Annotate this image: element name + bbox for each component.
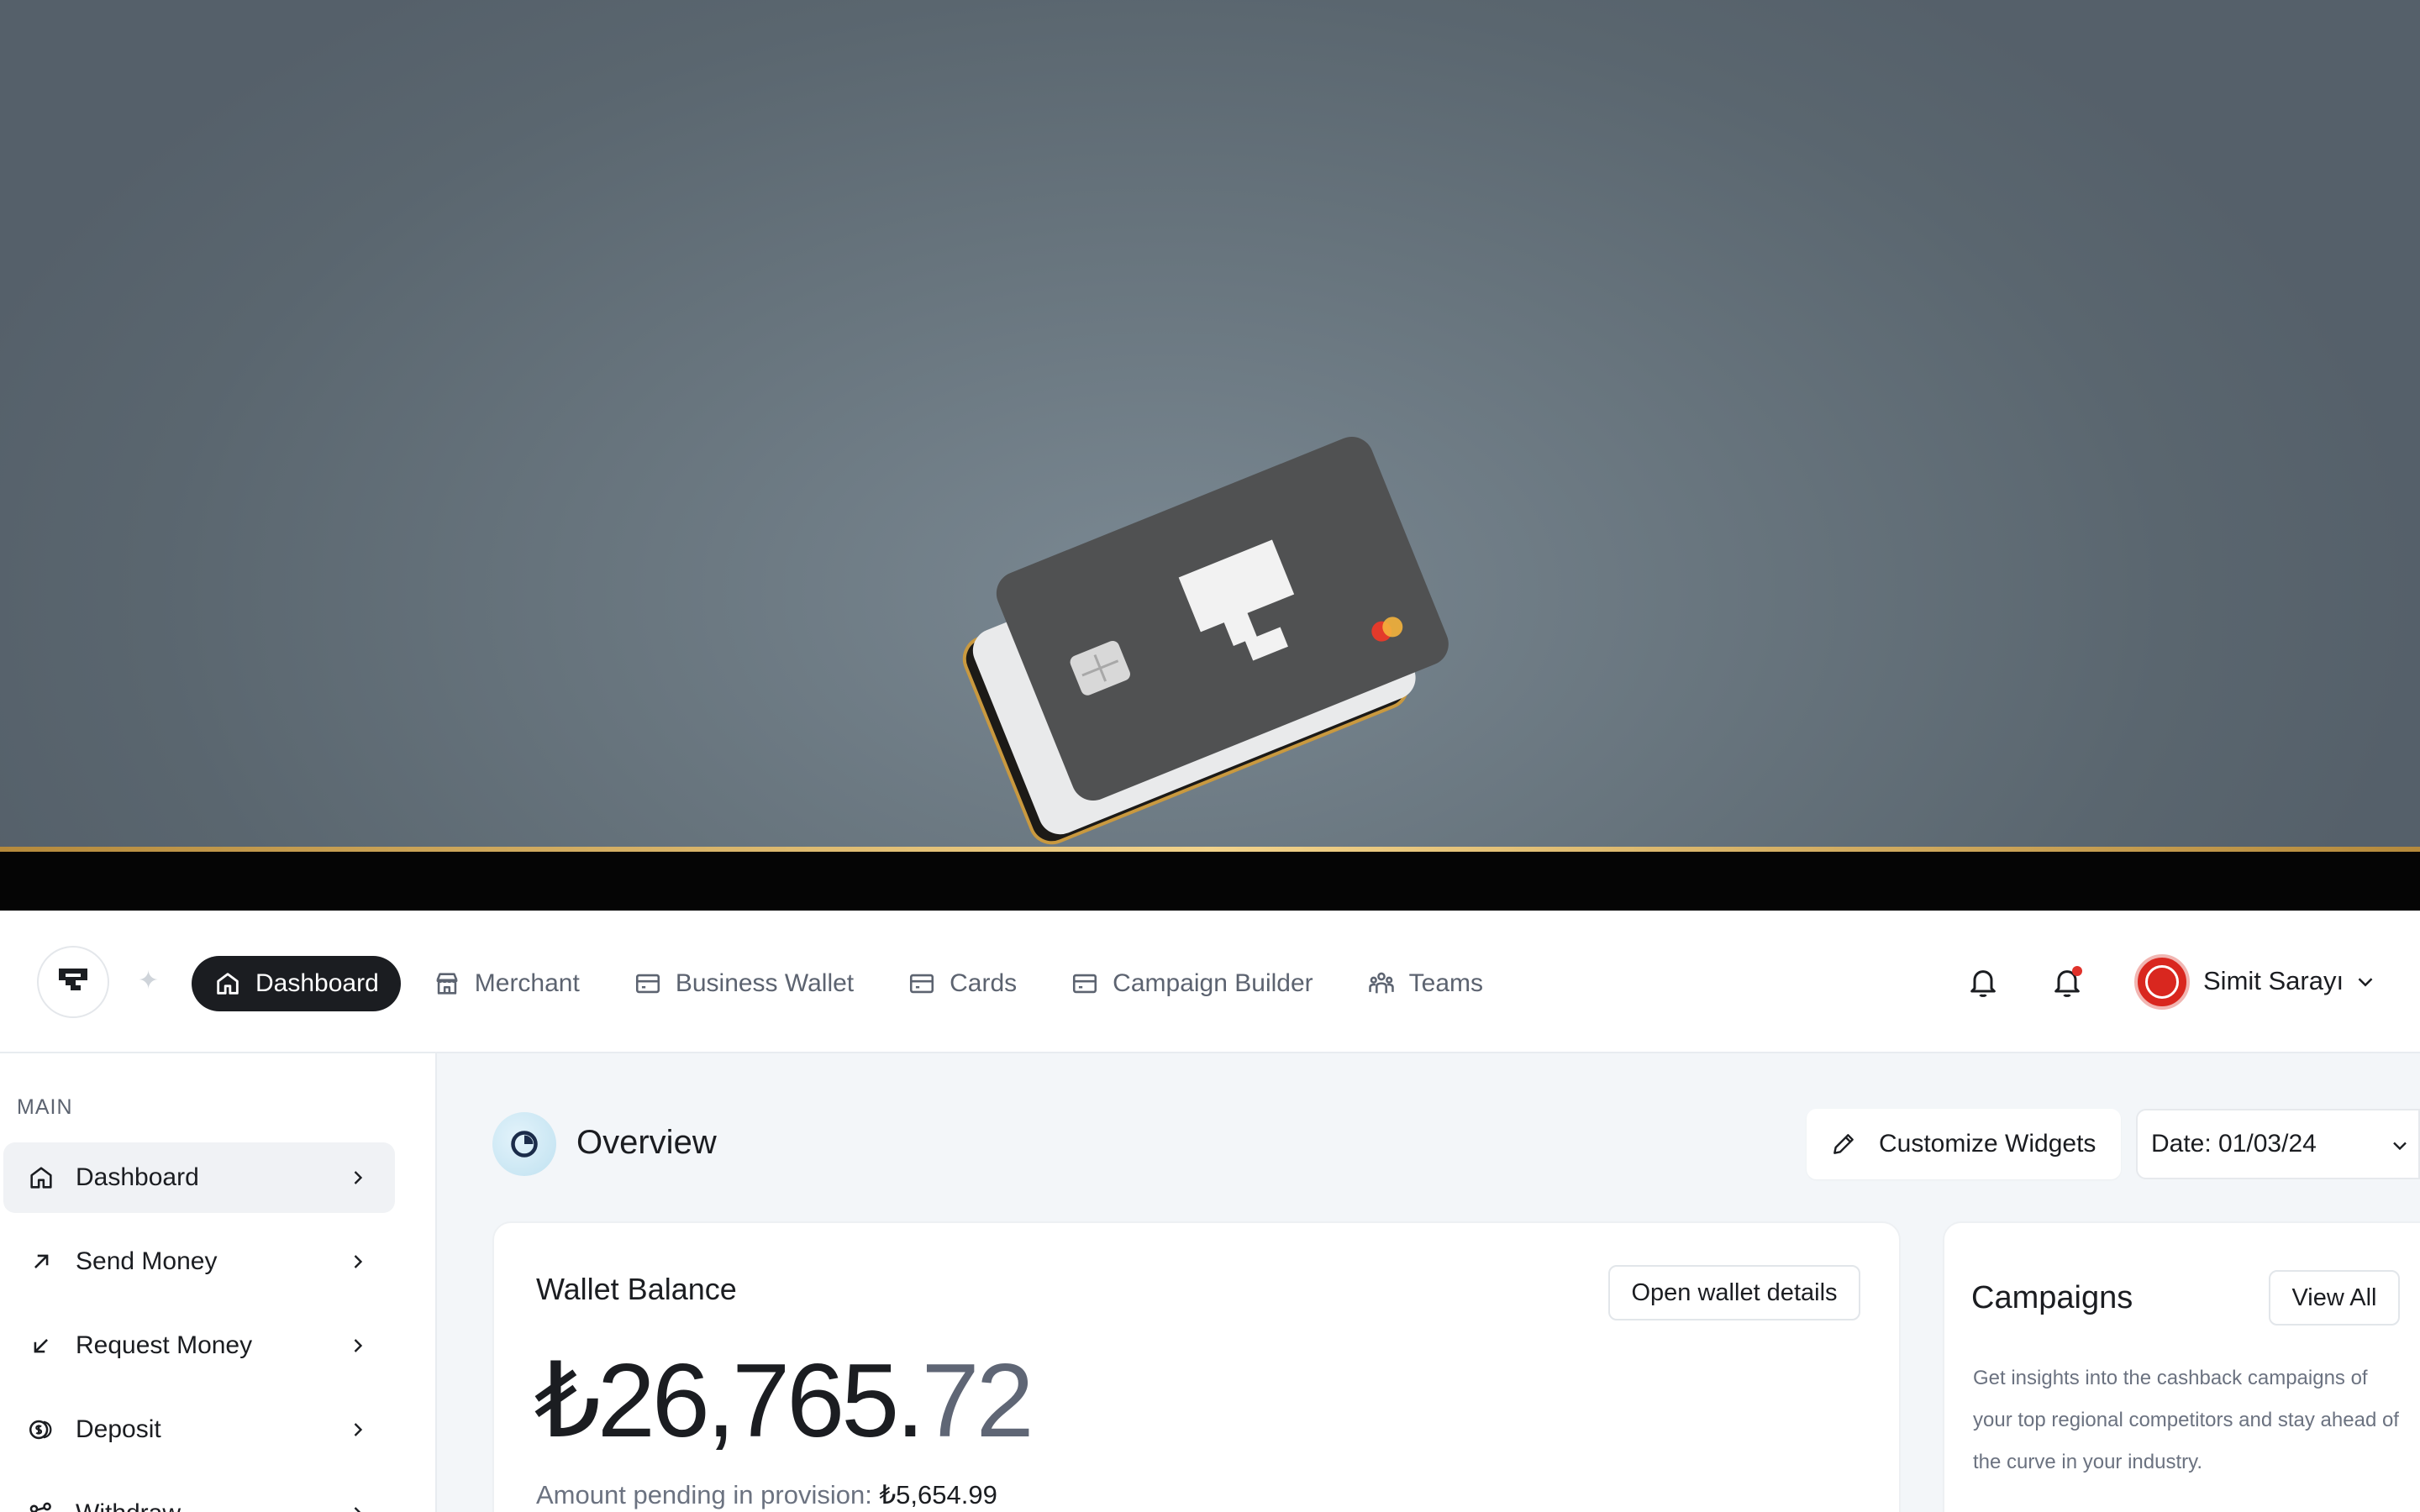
sidebar-item-label: Withdraw — [76, 1499, 181, 1512]
withdraw-icon — [29, 1502, 51, 1512]
chevron-right-icon — [354, 1423, 363, 1436]
pie-chart-icon — [511, 1131, 538, 1158]
sidebar-item-request-money[interactable]: Request Money — [3, 1310, 395, 1381]
sidebar-section-title: MAIN — [17, 1095, 73, 1119]
hero-divider — [0, 852, 2420, 911]
nav-item-label: Dashboard — [255, 969, 379, 997]
campaigns-title: Campaigns — [1971, 1280, 2133, 1315]
nav-item-label: Business Wallet — [675, 969, 855, 997]
wallet-balance-card: Wallet Balance Open wallet details ₺26,7… — [492, 1221, 1901, 1512]
sidebar-item-label: Request Money — [76, 1331, 253, 1359]
pencil-icon — [1833, 1134, 1854, 1154]
cards-illustration — [962, 437, 1449, 845]
chevron-right-icon — [354, 1339, 363, 1352]
chevron-down-icon — [2393, 1142, 2407, 1151]
arrow-down-left-icon — [34, 1339, 48, 1353]
main-nav: Dashboard Merchant Business Wallet Cards… — [192, 956, 1515, 1011]
hero-banner — [0, 0, 2420, 848]
wallet-balance-title: Wallet Balance — [536, 1272, 737, 1306]
nav-item-business-wallet[interactable]: Business Wallet — [612, 956, 876, 1011]
date-select[interactable]: Date: 01/03/24 — [2136, 1109, 2420, 1179]
bell-icon[interactable] — [1966, 966, 2000, 1000]
pending-provision: Amount pending in provision: ₺5,654.99 — [536, 1480, 997, 1510]
campaigns-card: Campaigns View All Get insights into the… — [1943, 1221, 2420, 1512]
avatar-logo — [2145, 965, 2179, 999]
nav-item-label: Teams — [1408, 969, 1483, 997]
nav-item-teams[interactable]: Teams — [1345, 956, 1505, 1011]
sidebar-item-withdraw[interactable]: Withdraw — [3, 1478, 395, 1512]
wallet-amount-cents: 72 — [921, 1343, 1034, 1459]
sidebar-item-label: Dashboard — [76, 1163, 199, 1191]
app-window: ✦ Dashboard Merchant Business Wallet Car… — [0, 911, 2420, 1512]
home-icon — [30, 1167, 52, 1189]
chevron-down-icon[interactable] — [2353, 969, 2378, 995]
home-icon — [217, 973, 239, 995]
arrow-up-right-icon — [34, 1254, 49, 1268]
store-icon — [436, 973, 458, 995]
nav-item-cards[interactable]: Cards — [886, 956, 1039, 1011]
sidebar-item-send-money[interactable]: Send Money — [3, 1226, 395, 1297]
chevron-right-icon — [354, 1507, 361, 1512]
campaign-icon — [1073, 974, 1097, 994]
sidebar-item-deposit[interactable]: Deposit — [3, 1394, 395, 1465]
campaigns-description: Get insights into the cashback campaigns… — [1973, 1367, 2399, 1473]
overview-pie-icon — [492, 1112, 556, 1176]
coins-icon — [29, 1420, 52, 1440]
customize-widgets-button[interactable]: Customize Widgets — [1807, 1109, 2121, 1179]
chevron-right-icon — [354, 1255, 363, 1268]
user-name[interactable]: Simit Sarayı — [2203, 966, 2344, 996]
pending-label: Amount pending in provision: — [536, 1480, 872, 1509]
sidebar-item-label: Send Money — [76, 1247, 218, 1275]
wallet-amount-main: ₺26,765. — [534, 1343, 925, 1459]
open-wallet-details-button[interactable]: Open wallet details — [1608, 1265, 1860, 1320]
nav-item-dashboard[interactable]: Dashboard — [192, 956, 401, 1011]
page-title: Overview — [576, 1124, 717, 1161]
nav-item-merchant[interactable]: Merchant — [411, 956, 602, 1011]
date-select-value: Date: 01/03/24 — [2151, 1130, 2317, 1158]
wallet-balance-amount: ₺26,765.72 — [534, 1341, 1034, 1462]
wallet-icon — [635, 974, 660, 994]
notification-dot — [2072, 966, 2082, 976]
pending-value: ₺5,654.99 — [879, 1480, 997, 1509]
card-icon — [910, 974, 934, 994]
nav-item-label: Campaign Builder — [1113, 969, 1313, 997]
nav-item-label: Merchant — [474, 969, 580, 997]
sidebar-item-dashboard[interactable]: Dashboard — [3, 1142, 395, 1213]
team-icon — [1368, 972, 1394, 994]
sidebar: MAIN Dashboard Send Money Request Money … — [0, 1053, 437, 1512]
top-navigation-bar: ✦ Dashboard Merchant Business Wallet Car… — [0, 911, 2420, 1053]
brand-logo-icon — [59, 969, 87, 990]
brand-logo[interactable] — [37, 946, 109, 1018]
nav-item-campaign-builder[interactable]: Campaign Builder — [1049, 956, 1334, 1011]
chevron-right-icon — [354, 1171, 363, 1184]
sidebar-item-label: Deposit — [76, 1415, 161, 1443]
view-all-button[interactable]: View All — [2269, 1270, 2400, 1326]
nav-item-label: Cards — [950, 969, 1018, 997]
avatar[interactable] — [2134, 954, 2190, 1010]
sparkle-icon[interactable]: ✦ — [138, 966, 159, 995]
customize-widgets-label: Customize Widgets — [1879, 1130, 2096, 1158]
